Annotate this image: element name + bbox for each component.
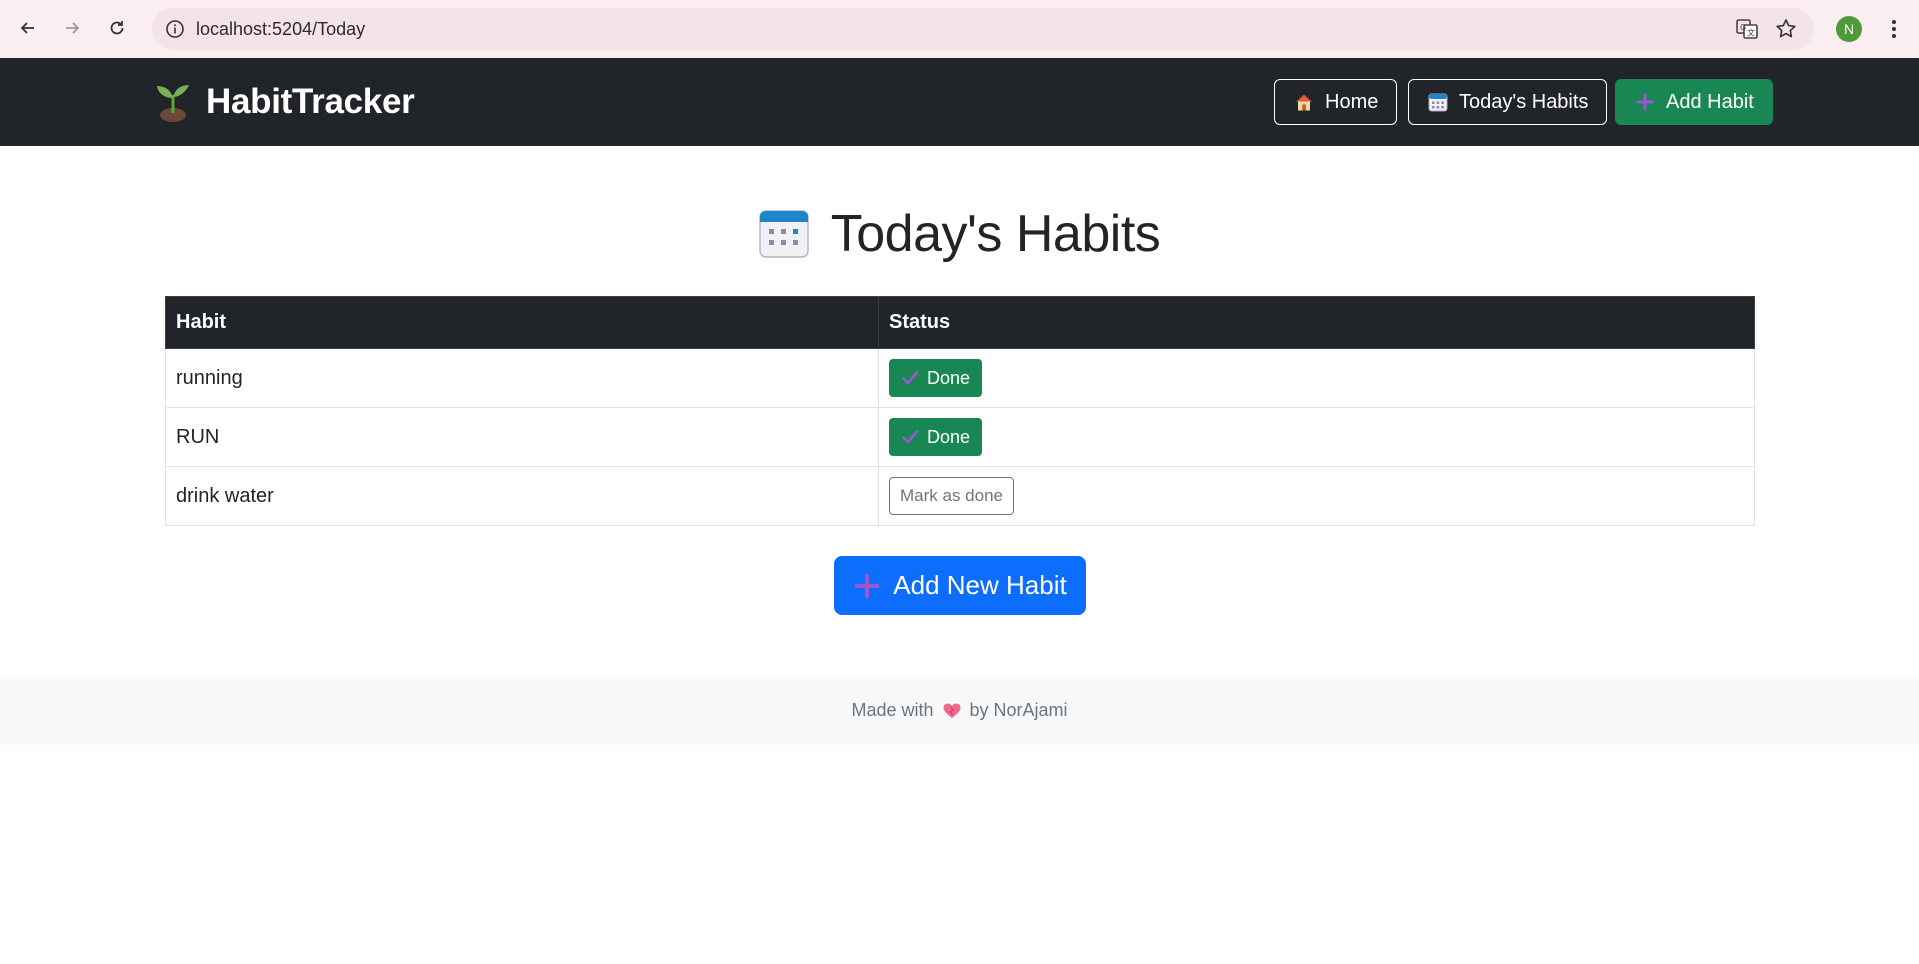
app-navbar: HabitTracker Home Today's Habits Add Hab… (0, 58, 1919, 146)
heart-icon (943, 703, 960, 718)
brand-link[interactable]: HabitTracker (154, 80, 415, 124)
status-cell: Done (878, 407, 1755, 467)
mark-as-done-button[interactable]: Mark as done (889, 477, 1014, 515)
arrow-left-icon (20, 22, 34, 34)
page-title: Today's Habits (0, 204, 1919, 264)
column-header-habit: Habit (165, 296, 879, 349)
house-icon (1296, 94, 1312, 111)
footer-prefix: Made with (851, 700, 934, 720)
check-icon (902, 371, 919, 385)
nav-home-button[interactable]: Home (1274, 79, 1398, 125)
habit-name: RUN (176, 425, 220, 448)
done-button[interactable]: Done (889, 418, 983, 456)
footer: Made with by NorAjami (0, 676, 1919, 745)
menu-dot-icon (1892, 20, 1896, 24)
brand-title: HabitTracker (206, 82, 415, 121)
add-new-habit-label: Add New Habit (893, 570, 1067, 600)
nav-add-habit-button[interactable]: Add Habit (1615, 79, 1773, 125)
svg-text:文: 文 (1747, 28, 1755, 38)
reload-button[interactable] (101, 12, 133, 44)
table-header-row: Habit Status (165, 296, 1755, 349)
page-heading: Today's Habits (830, 205, 1161, 263)
menu-dot-icon (1892, 34, 1896, 38)
habit-cell: drink water (165, 466, 879, 526)
done-label: Done (927, 367, 971, 388)
site-info-icon[interactable] (164, 18, 186, 40)
translate-icon[interactable]: G 文 (1735, 17, 1759, 41)
nav-todays-habits-button[interactable]: Today's Habits (1408, 79, 1608, 125)
footer-suffix: by NorAjami (969, 700, 1068, 720)
forward-button[interactable] (56, 12, 88, 44)
column-header-status: Status (878, 296, 1755, 349)
done-button[interactable]: Done (889, 359, 983, 397)
svg-text:G: G (1740, 23, 1746, 32)
habit-cell: RUN (165, 407, 879, 467)
menu-dot-icon (1892, 27, 1896, 31)
habit-name: running (176, 366, 243, 389)
back-button[interactable] (12, 12, 44, 44)
browser-menu-button[interactable] (1882, 14, 1906, 44)
address-bar[interactable]: localhost:5204/Today G 文 (152, 8, 1814, 50)
browser-toolbar: localhost:5204/Today G 文 N (0, 0, 1919, 58)
profile-avatar[interactable]: N (1836, 16, 1862, 42)
table-row: running Done (165, 348, 1755, 408)
calendar-icon (1428, 93, 1448, 112)
check-icon (902, 430, 919, 444)
table-row: drink water Mark as done (165, 466, 1755, 526)
done-label: Done (927, 426, 971, 447)
add-new-habit-button[interactable]: Add New Habit (834, 556, 1086, 615)
table-row: RUN Done (165, 407, 1755, 467)
nav-todays-habits-label: Today's Habits (1459, 90, 1589, 113)
habit-name: drink water (176, 484, 274, 507)
nav-add-habit-label: Add Habit (1666, 90, 1754, 113)
calendar-icon (758, 210, 809, 258)
plus-icon (855, 573, 880, 598)
habit-cell: running (165, 348, 879, 408)
reload-icon (110, 21, 124, 35)
seedling-icon (157, 85, 189, 122)
arrow-right-icon (66, 22, 80, 34)
nav-home-label: Home (1325, 90, 1379, 113)
status-cell: Done (878, 348, 1755, 408)
bookmark-star-icon[interactable] (1774, 17, 1798, 41)
plus-icon (1636, 93, 1654, 111)
url-text[interactable]: localhost:5204/Today (196, 19, 365, 40)
habits-table: Habit Status running Done RUN Done drink… (165, 296, 1755, 526)
status-cell: Mark as done (878, 466, 1755, 526)
